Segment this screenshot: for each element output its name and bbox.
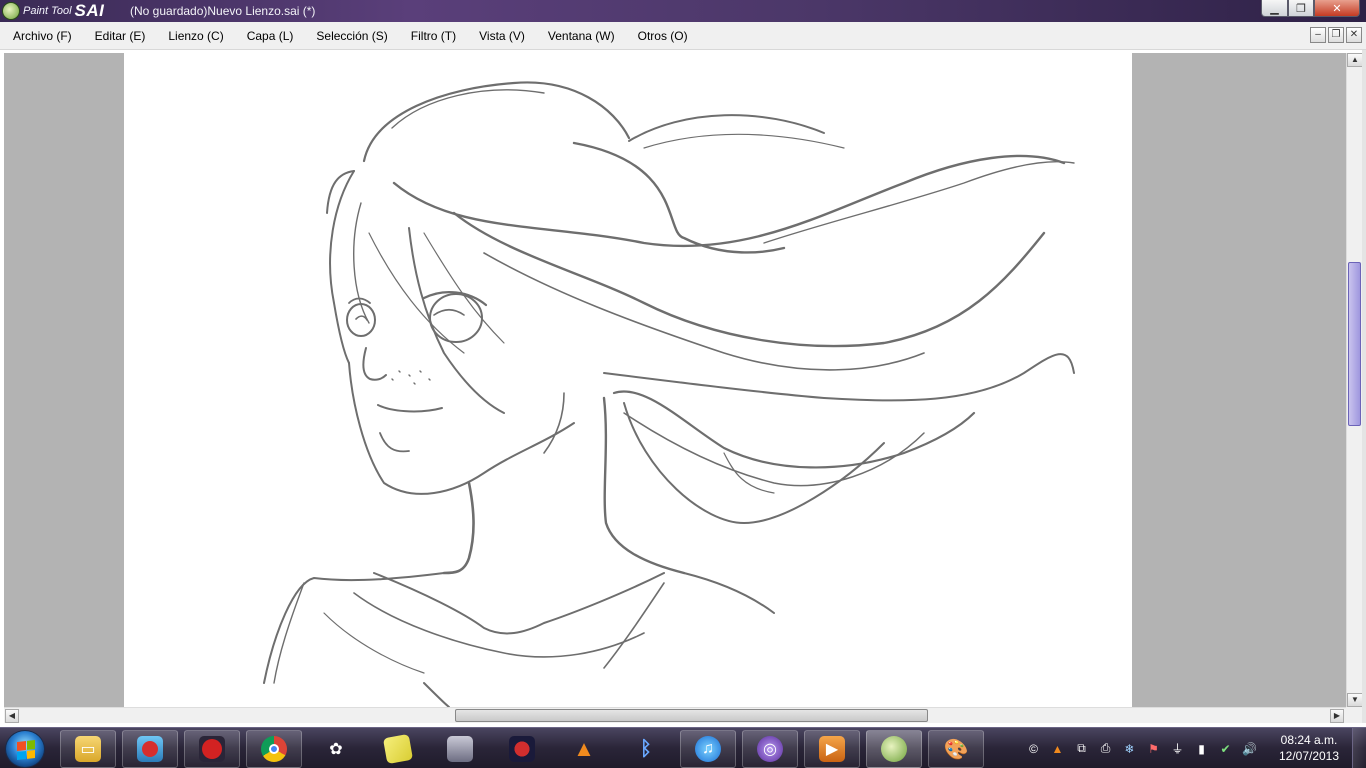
bittorrent-icon: ◎ [757, 736, 783, 762]
minimize-icon: – [1315, 29, 1321, 40]
game-character-icon [447, 736, 473, 762]
menu-otros[interactable]: Otros (O) [625, 22, 698, 50]
close-icon: ✕ [1349, 29, 1359, 40]
taskbar-chrome[interactable] [246, 730, 302, 768]
flower-icon: ✿ [329, 741, 343, 758]
copyright-icon[interactable]: © [1024, 741, 1043, 757]
flag-icon[interactable]: ⚑ [1144, 741, 1163, 757]
itunes-icon: ♫ [695, 736, 721, 762]
volume-icon[interactable]: 🔊 [1240, 741, 1259, 757]
taskbar-angry-birds-space[interactable] [494, 730, 550, 768]
play-icon: ▶ [819, 736, 845, 762]
vertical-scroll-thumb[interactable] [1348, 262, 1361, 426]
folder-icon: ▭ [75, 736, 101, 762]
taskbar-paint-tool-sai[interactable] [866, 730, 922, 768]
arrow-up-icon: ▲ [1351, 55, 1359, 64]
drawing-canvas[interactable] [124, 53, 1132, 707]
arrow-right-icon: ▶ [1333, 711, 1341, 720]
taskbar-angry-birds-2[interactable] [184, 730, 240, 768]
window-title: (No guardado)Nuevo Lienzo.sai (*) [130, 4, 316, 18]
sai-logo-icon [2, 2, 20, 20]
scroll-left-button[interactable]: ◀ [5, 709, 19, 723]
minimize-icon: ▁ [1270, 2, 1279, 15]
taskbar: ▭ ✿ ▲ ᛒ ♫ ◎ ▶ 🎨 © ▲ ⧉ ⎙ ❄ ⚑ ⏚ ▮ ✔ 🔊 08:2… [0, 727, 1366, 768]
taskbar-angry-birds[interactable] [122, 730, 178, 768]
taskbar-media-player[interactable]: ▶ [804, 730, 860, 768]
sync-icon[interactable]: ✔ [1216, 741, 1235, 757]
angry-birds-red-icon [199, 736, 225, 762]
menu-editar[interactable]: Editar (E) [82, 22, 156, 50]
vertical-scrollbar[interactable]: ▲ ▼ [1346, 53, 1363, 707]
scroll-down-button[interactable]: ▼ [1347, 693, 1363, 707]
vlc-tray-icon[interactable]: ▲ [1048, 741, 1067, 757]
restore-icon: ❐ [1331, 29, 1341, 40]
title-bar: Paint Tool SAI (No guardado)Nuevo Lienzo… [0, 0, 1366, 22]
show-desktop-button[interactable] [1352, 728, 1366, 768]
logo-brand: SAI [74, 1, 105, 20]
restore-icon: ❐ [1296, 2, 1306, 15]
app-logo: Paint Tool SAI [0, 0, 126, 22]
printer-icon[interactable]: ⎙ [1096, 741, 1115, 757]
taskbar-paint[interactable]: 🎨 [928, 730, 984, 768]
menu-bar: Archivo (F) Editar (E) Lienzo (C) Capa (… [0, 22, 1366, 50]
taskbar-sticky-notes[interactable] [370, 730, 426, 768]
scroll-right-button[interactable]: ▶ [1330, 709, 1344, 723]
restore-button[interactable]: ❐ [1288, 0, 1314, 17]
windows-logo-icon [17, 740, 35, 760]
doc-restore-button[interactable]: ❐ [1328, 27, 1344, 43]
palette-icon: 🎨 [943, 738, 969, 761]
taskbar-itunes[interactable]: ♫ [680, 730, 736, 768]
taskbar-plants-vs-zombies[interactable]: ✿ [308, 730, 364, 768]
horizontal-scrollbar[interactable]: ◀ ▶ [4, 707, 1346, 723]
menu-lienzo[interactable]: Lienzo (C) [155, 22, 233, 50]
window-edge [1362, 50, 1366, 723]
arrow-down-icon: ▼ [1351, 695, 1359, 704]
menu-vista[interactable]: Vista (V) [466, 22, 535, 50]
taskbar-devil-may-cry[interactable] [432, 730, 488, 768]
angry-birds-space-icon [509, 736, 535, 762]
window-controls: ▁ ❐ ✕ [1261, 0, 1360, 17]
minimize-button[interactable]: ▁ [1261, 0, 1288, 17]
horizontal-scroll-thumb[interactable] [455, 709, 928, 722]
menu-capa[interactable]: Capa (L) [234, 22, 304, 50]
signal-icon[interactable]: ▮ [1192, 741, 1211, 757]
close-button[interactable]: ✕ [1314, 0, 1360, 17]
taskbar-file-explorer[interactable]: ▭ [60, 730, 116, 768]
menu-filtro[interactable]: Filtro (T) [398, 22, 466, 50]
system-tray: © ▲ ⧉ ⎙ ❄ ⚑ ⏚ ▮ ✔ 🔊 [1024, 728, 1259, 768]
notes-icon [382, 733, 414, 765]
snowflake-icon[interactable]: ❄ [1120, 741, 1139, 757]
doc-close-button[interactable]: ✕ [1346, 27, 1362, 43]
bluetooth-icon: ᛒ [640, 737, 652, 760]
scroll-up-button[interactable]: ▲ [1347, 53, 1363, 67]
chrome-icon [261, 736, 287, 762]
start-button[interactable] [5, 730, 45, 768]
menu-archivo[interactable]: Archivo (F) [0, 22, 82, 50]
network-icon[interactable]: ⧉ [1072, 741, 1091, 757]
vlc-cone-icon: ▲ [573, 736, 595, 761]
arrow-left-icon: ◀ [8, 711, 16, 720]
clock-date: 12/07/2013 [1278, 749, 1340, 763]
canvas-workspace [4, 53, 1346, 707]
document-window-controls: – ❐ ✕ [1310, 27, 1362, 43]
logo-text: Paint Tool [23, 5, 72, 17]
sketch-drawing [263, 81, 1075, 707]
menu-ventana[interactable]: Ventana (W) [535, 22, 625, 50]
taskbar-bittorrent[interactable]: ◎ [742, 730, 798, 768]
clock[interactable]: 08:24 a.m. 12/07/2013 [1272, 732, 1346, 764]
taskbar-bluetooth[interactable]: ᛒ [618, 730, 674, 768]
close-icon: ✕ [1332, 2, 1342, 15]
clock-time: 08:24 a.m. [1280, 733, 1338, 747]
menu-seleccion[interactable]: Selección (S) [303, 22, 397, 50]
doc-minimize-button[interactable]: – [1310, 27, 1326, 43]
usb-icon[interactable]: ⏚ [1168, 741, 1187, 757]
sai-icon [881, 736, 907, 762]
angry-birds-icon [137, 736, 163, 762]
taskbar-vlc[interactable]: ▲ [556, 730, 612, 768]
